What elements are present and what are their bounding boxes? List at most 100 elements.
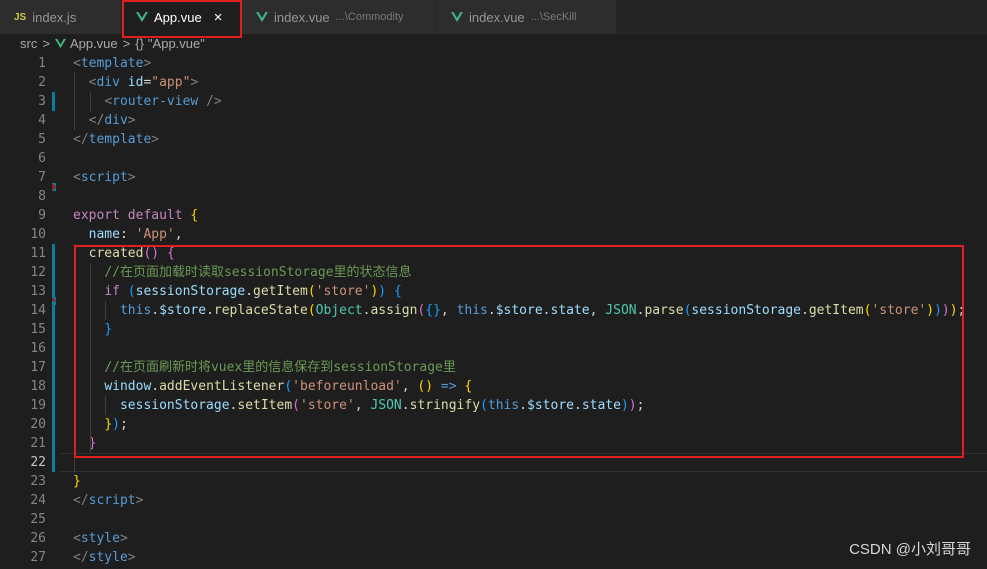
line-number: 23	[30, 474, 46, 489]
line-code: <router-view />	[73, 92, 222, 111]
code-line: 23}	[0, 472, 987, 491]
line-code: }	[73, 472, 81, 491]
code-line: 27 </style>	[0, 548, 987, 567]
code-token: template	[88, 132, 152, 147]
tab-0[interactable]: JS index.js	[0, 0, 122, 34]
line-number: 14	[30, 303, 46, 318]
code-token: div	[104, 113, 128, 128]
code-token: </	[88, 113, 105, 128]
line-number: 1	[38, 56, 46, 71]
code-token: >	[143, 56, 152, 71]
code-token: script	[88, 493, 136, 508]
line-number: 19	[30, 398, 46, 413]
symbol-icon: {}	[135, 36, 144, 51]
created-hook-highlight-box	[74, 245, 964, 458]
code-token: style	[80, 531, 120, 546]
code-line: 2 <div id="app">	[0, 73, 987, 92]
breadcrumb-folder[interactable]: src	[20, 36, 37, 51]
code-line: 5 </template>	[0, 130, 987, 149]
code-token: >	[135, 493, 144, 508]
code-token: export	[73, 208, 120, 223]
line-number: 5	[38, 132, 46, 147]
line-number: 24	[30, 493, 46, 508]
line-code: export default {	[73, 206, 198, 225]
line-code: </style>	[73, 548, 136, 567]
js-icon: JS	[14, 11, 27, 23]
line-number: 17	[30, 360, 46, 375]
line-code: <div id="app">	[73, 73, 199, 92]
code-line: 3 <router-view />	[0, 92, 987, 111]
breadcrumb-separator: >	[42, 36, 50, 51]
code-token: <	[104, 94, 113, 109]
tab-label: index.vue	[274, 9, 330, 25]
line-number: 27	[30, 550, 46, 565]
tab-label: index.vue	[469, 9, 525, 25]
code-token: "app"	[151, 75, 191, 90]
line-number: 16	[30, 341, 46, 356]
line-code: </template>	[73, 130, 159, 149]
line-number: 21	[30, 436, 46, 451]
line-code: <style>	[73, 529, 128, 548]
code-token: router-view	[112, 94, 199, 109]
code-token: ,	[174, 227, 183, 242]
code-token: 'App'	[135, 227, 175, 242]
code-token: </	[73, 493, 89, 508]
line-number: 25	[30, 512, 46, 527]
code-token: >	[190, 75, 199, 90]
line-number: 20	[30, 417, 46, 432]
code-token: {	[190, 208, 199, 223]
line-number: 12	[30, 265, 46, 280]
tab-3[interactable]: index.vue ...\SecKill	[437, 0, 617, 34]
line-code: </div>	[73, 111, 136, 130]
code-token: id	[127, 75, 144, 90]
line-number: 4	[38, 113, 46, 128]
line-number: 9	[38, 208, 46, 223]
code-line: 4 </div>	[0, 111, 987, 130]
tab-description: ...\SecKill	[530, 11, 577, 23]
line-number: 22	[30, 455, 46, 470]
line-number: 3	[38, 94, 46, 109]
line-code: <template>	[73, 54, 151, 73]
code-line: 7 <script>	[0, 168, 987, 187]
code-token: }	[73, 474, 81, 489]
vue-icon	[256, 12, 268, 22]
line-number: 7	[38, 170, 46, 185]
breadcrumb-symbol[interactable]: "App.vue"	[148, 36, 205, 51]
active-tab-highlight-box	[122, 0, 242, 38]
code-line: 6	[0, 149, 987, 168]
code-line: 24 </script>	[0, 491, 987, 510]
code-token: script	[80, 170, 128, 185]
code-line: 25	[0, 510, 987, 529]
code-token: name	[88, 227, 120, 242]
line-number: 11	[30, 246, 46, 261]
code-line: 26 <style>	[0, 529, 987, 548]
code-token: style	[88, 550, 128, 565]
vue-icon	[451, 12, 463, 22]
line-number: 15	[30, 322, 46, 337]
line-number: 10	[30, 227, 46, 242]
code-token: div	[96, 75, 120, 90]
code-token: </	[73, 132, 89, 147]
code-token: default	[127, 208, 183, 223]
code-token: >	[127, 550, 136, 565]
indent-guide	[74, 73, 75, 130]
tab-2[interactable]: index.vue ...\Commodity	[242, 0, 437, 34]
line-number: 2	[38, 75, 46, 90]
breadcrumb-separator: >	[122, 36, 131, 51]
vue-icon	[54, 38, 66, 49]
watermark: CSDN @小刘哥哥	[849, 541, 971, 558]
tab-label: index.js	[32, 9, 77, 25]
line-code: <script>	[73, 168, 136, 187]
line-number: 8	[38, 189, 46, 204]
code-token: <	[73, 56, 81, 71]
code-token: <	[73, 531, 81, 546]
code-token: />	[206, 94, 222, 109]
breadcrumb-file[interactable]: App.vue	[70, 36, 118, 51]
code-token: </	[73, 550, 89, 565]
line-number: 13	[30, 284, 46, 299]
breadcrumb: src > App.vue > {} "App.vue"	[0, 34, 987, 53]
line-code: name: 'App',	[73, 225, 183, 244]
